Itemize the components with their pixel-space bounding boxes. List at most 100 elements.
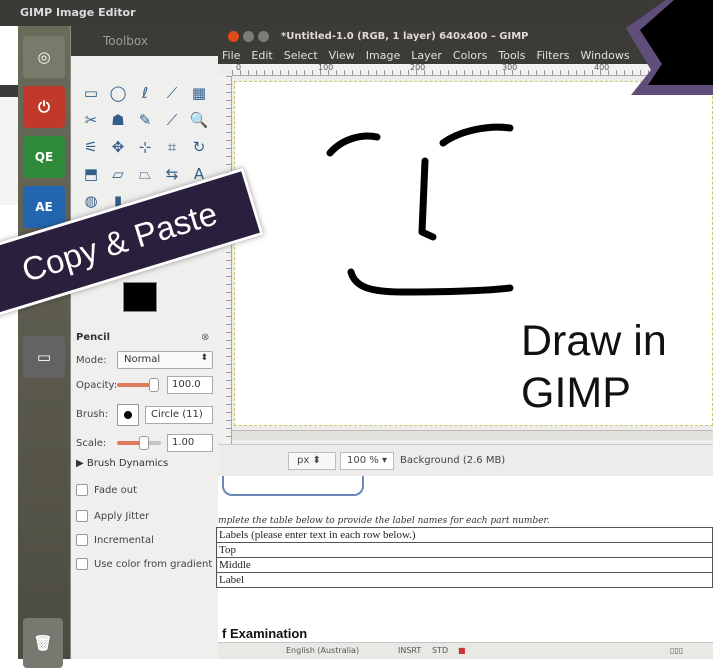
zoom-select[interactable]: 100 % ▾: [340, 452, 394, 470]
menu-windows[interactable]: Windows: [580, 49, 629, 62]
table-row: Top: [216, 542, 713, 558]
incremental-checkbox[interactable]: Incremental: [76, 534, 154, 546]
shear-tool[interactable]: ▱: [106, 162, 130, 186]
menu-edit[interactable]: Edit: [251, 49, 272, 62]
layer-info: Background (2.6 MB): [400, 455, 506, 466]
table-row: Labels (please enter text in each row be…: [216, 527, 713, 543]
table-cell[interactable]: Top: [216, 542, 713, 558]
flip-tool[interactable]: ⇆: [160, 162, 184, 186]
apply-jitter-checkbox[interactable]: Apply Jitter: [76, 510, 149, 522]
arrow-icon: [626, 0, 713, 95]
ae-exam-icon[interactable]: AE: [23, 186, 65, 228]
qe-exam-icon[interactable]: QE: [23, 136, 65, 178]
image-statusbar: px ⬍ 100 % ▾ Background (2.6 MB): [218, 444, 713, 476]
ruler-tick: 100: [318, 63, 334, 72]
mode-label: Mode:: [76, 355, 107, 366]
lasso-tool[interactable]: ℓ: [133, 81, 157, 105]
view-layout-icons[interactable]: ▯▯▯: [670, 646, 683, 655]
menu-colors[interactable]: Colors: [453, 49, 487, 62]
nose-stroke: [418, 157, 437, 241]
ruler-tick: 0: [236, 63, 242, 72]
scissors-tool[interactable]: ✂: [79, 108, 103, 132]
paths-tool[interactable]: ✎: [133, 108, 157, 132]
zoom-tool[interactable]: 🔍: [187, 108, 211, 132]
dash-icon[interactable]: ◎: [23, 36, 65, 78]
align-tool[interactable]: ⊹: [133, 135, 157, 159]
right-eyebrow-stroke: [439, 123, 514, 147]
table-cell[interactable]: Labels (please enter text in each row be…: [216, 527, 713, 543]
top-panel: GIMP Image Editor: [0, 0, 713, 26]
draw-in-gimp-callout: Draw in GIMP: [521, 315, 667, 419]
app-title: GIMP Image Editor: [20, 6, 136, 19]
document-shape: [222, 476, 364, 496]
document-heading: f Examination: [222, 626, 308, 641]
scale-tool[interactable]: ⬒: [79, 162, 103, 186]
menu-view[interactable]: View: [329, 49, 355, 62]
table-cell[interactable]: Middle: [216, 557, 713, 573]
table-row: Label: [216, 572, 713, 588]
horizontal-scrollbar[interactable]: [232, 430, 713, 440]
fade-out-checkbox[interactable]: Fade out: [76, 484, 137, 496]
spin-icon: ⬍: [200, 353, 208, 363]
brush-dynamics-expander[interactable]: ▶ Brush Dynamics: [76, 458, 168, 469]
crop-tool[interactable]: ⌗: [160, 135, 184, 159]
unity-launcher: ◎ ⏻ QE AE ▭ 🗑: [18, 26, 70, 668]
window-title: *Untitled-1.0 (RGB, 1 layer) 640x400 – G…: [281, 30, 529, 42]
std-mode-status: STD: [432, 646, 449, 655]
opacity-label: Opacity:: [76, 380, 118, 391]
ruler-tick: 400: [594, 63, 610, 72]
word-document: mplete the table below to provide the la…: [216, 476, 713, 659]
mode-select[interactable]: Normal ⬍: [117, 351, 213, 369]
checkbox-label: Use color from gradient: [94, 558, 213, 570]
insert-mode-status: INSRT: [398, 646, 422, 655]
brush-dynamics-label: Brush Dynamics: [86, 458, 169, 469]
label-table: Labels (please enter text in each row be…: [216, 527, 713, 588]
bucket-fill-tool[interactable]: ◍: [79, 189, 103, 213]
minimize-icon[interactable]: [243, 30, 254, 42]
left-eyebrow-stroke: [326, 132, 381, 157]
move-tool[interactable]: ✥: [106, 135, 130, 159]
scale-slider-handle[interactable]: [139, 436, 149, 450]
menu-filters[interactable]: Filters: [536, 49, 569, 62]
checkbox-label: Incremental: [94, 534, 154, 546]
color-picker-tool[interactable]: ⟋: [160, 108, 184, 132]
foreground-select-tool[interactable]: ☗: [106, 108, 130, 132]
checkbox-label: Fade out: [94, 484, 138, 496]
scale-input[interactable]: 1.00: [167, 434, 213, 452]
use-color-from-gradient-checkbox[interactable]: Use color from gradient: [76, 558, 212, 570]
rect-select-tool[interactable]: ▭: [79, 81, 103, 105]
brush-preview[interactable]: [117, 404, 139, 426]
checkbox-label: Apply Jitter: [94, 510, 150, 522]
spellcheck-icon: ■: [458, 646, 466, 655]
trash-icon[interactable]: 🗑: [23, 618, 63, 668]
mode-value: Normal: [124, 354, 161, 365]
menu-file[interactable]: File: [222, 49, 240, 62]
unit-select[interactable]: px ⬍: [288, 452, 336, 470]
menu-tools[interactable]: Tools: [498, 49, 525, 62]
menu-layer[interactable]: Layer: [411, 49, 442, 62]
menu-image[interactable]: Image: [366, 49, 400, 62]
gimp-toolbox: Toolbox ▭ ◯ ℓ ⟋ ▦ ✂ ☗ ✎ ⟋ 🔍 ⚟ ✥ ⊹ ⌗ ↻ ⬒ …: [70, 26, 218, 659]
vertical-ruler: [218, 76, 232, 446]
screen-icon[interactable]: ▭: [23, 336, 65, 378]
ellipse-select-tool[interactable]: ◯: [106, 81, 130, 105]
table-cell[interactable]: Label: [216, 572, 713, 588]
close-icon[interactable]: [228, 30, 239, 42]
opacity-slider-handle[interactable]: [149, 378, 159, 392]
brush-name-field[interactable]: Circle (11): [145, 406, 213, 424]
measure-tool[interactable]: ⚟: [79, 135, 103, 159]
opacity-slider[interactable]: [117, 383, 153, 387]
tool-options-close-icon[interactable]: ⊗: [201, 332, 209, 343]
power-icon[interactable]: ⏻: [23, 86, 65, 128]
color-select-tool[interactable]: ▦: [187, 81, 211, 105]
foreground-color-swatch[interactable]: [123, 282, 157, 312]
perspective-tool[interactable]: ⏢: [133, 162, 157, 186]
menu-select[interactable]: Select: [284, 49, 318, 62]
rotate-tool[interactable]: ↻: [187, 135, 211, 159]
fuzzy-select-tool[interactable]: ⟋: [160, 81, 184, 105]
callout-line: Draw in: [521, 317, 667, 365]
opacity-input[interactable]: 100.0: [167, 376, 213, 394]
table-row: Middle: [216, 557, 713, 573]
maximize-icon[interactable]: [258, 30, 269, 42]
tool-options-title: Pencil: [76, 332, 111, 343]
